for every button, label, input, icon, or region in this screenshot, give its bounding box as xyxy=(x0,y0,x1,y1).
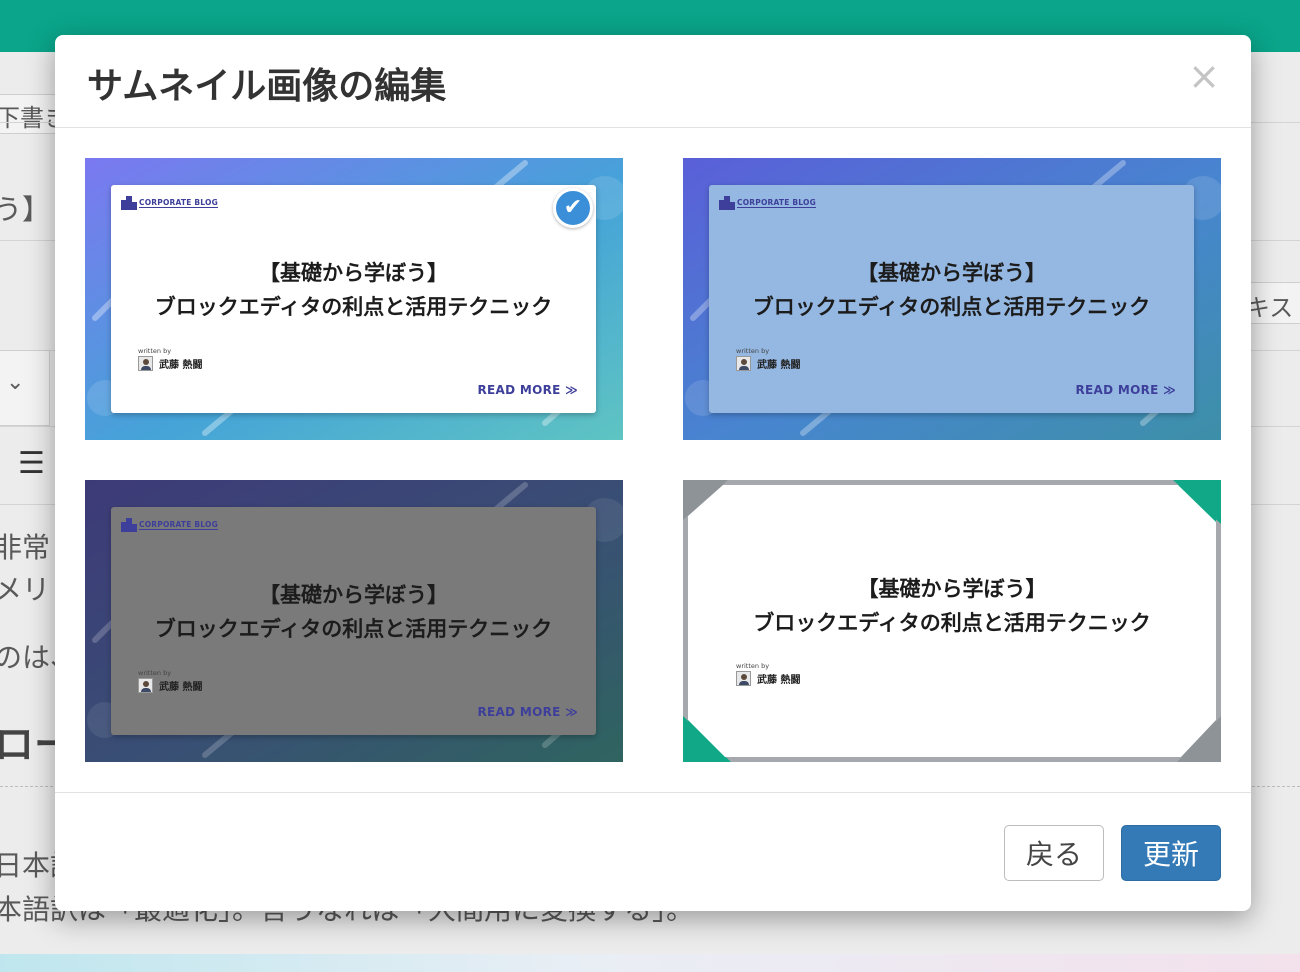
read-more-label: READ MORE ≫ xyxy=(1075,383,1176,397)
author-name: 武藤 熱闘 xyxy=(757,675,801,686)
thumbnail-option-4[interactable]: 【基礎から学ぼう】 ブロックエディタの利点と活用テクニック written by… xyxy=(683,480,1221,762)
written-by-label: written by xyxy=(736,347,770,355)
thumbnail-option-1[interactable]: CORPORATE BLOG 【基礎から学ぼう】 ブロックエディタの利点と活用テ… xyxy=(85,158,623,440)
thumbnail-option-3[interactable]: CORPORATE BLOG 【基礎から学ぼう】 ブロックエディタの利点と活用テ… xyxy=(85,480,623,762)
thumbnail-card: CORPORATE BLOG 【基礎から学ぼう】 ブロックエディタの利点と活用テ… xyxy=(111,507,596,735)
card-author: written by 武藤 熱闘 xyxy=(138,669,202,693)
thumbnail-card: CORPORATE BLOG 【基礎から学ぼう】 ブロックエディタの利点と活用テ… xyxy=(709,185,1194,413)
card-title-line2: ブロックエディタの利点と活用テクニック xyxy=(154,617,553,641)
brand-label: CORPORATE BLOG xyxy=(737,198,816,208)
building-icon: CORPORATE BLOG xyxy=(121,196,218,210)
read-more-label: READ MORE ≫ xyxy=(477,705,578,719)
modal-title: サムネイル画像の編集 xyxy=(87,66,447,107)
card-title-line2: ブロックエディタの利点と活用テクニック xyxy=(154,295,553,319)
card-title-line1: 【基礎から学ぼう】 xyxy=(857,577,1047,601)
card-author: written by 武藤 熱闘 xyxy=(736,662,800,686)
thumbnail-card: CORPORATE BLOG 【基礎から学ぼう】 ブロックエディタの利点と活用テ… xyxy=(111,185,596,413)
card-title-line1: 【基礎から学ぼう】 xyxy=(259,583,448,607)
card-title-line2: ブロックエディタの利点と活用テクニック xyxy=(753,611,1151,635)
written-by-label: written by xyxy=(138,347,172,355)
user-avatar-icon xyxy=(138,678,153,693)
building-icon: CORPORATE BLOG xyxy=(121,518,218,532)
author-name: 武藤 熱闘 xyxy=(159,682,203,693)
written-by-label: written by xyxy=(736,662,770,670)
card-title-line2: ブロックエディタの利点と活用テクニック xyxy=(752,295,1151,319)
user-avatar-icon xyxy=(736,671,751,686)
modal-header: サムネイル画像の編集 × xyxy=(55,35,1251,128)
card-author: written by 武藤 熱闘 xyxy=(736,347,800,371)
close-icon[interactable]: × xyxy=(1187,57,1221,95)
building-icon: CORPORATE BLOG xyxy=(719,196,816,210)
modal-footer: 戻る 更新 xyxy=(55,792,1251,911)
back-button[interactable]: 戻る xyxy=(1004,825,1104,881)
card-title-line1: 【基礎から学ぼう】 xyxy=(857,261,1046,285)
bg-text-tab-label: キスト xyxy=(1246,294,1300,322)
brand-label: CORPORATE BLOG xyxy=(139,198,218,208)
thumbnail-option-2[interactable]: CORPORATE BLOG 【基礎から学ぼう】 ブロックエディタの利点と活用テ… xyxy=(683,158,1221,440)
author-name: 武藤 熱闘 xyxy=(159,360,203,371)
read-more-label: READ MORE ≫ xyxy=(477,383,578,397)
user-avatar-icon xyxy=(736,356,751,371)
author-name: 武藤 熱闘 xyxy=(757,360,801,371)
bg-body-text-1: 非常 xyxy=(0,531,51,564)
thumbnail-edit-modal: サムネイル画像の編集 × CORPORATE BLOG 【基礎から学ぼう】 ブロ… xyxy=(55,35,1251,911)
brand-label: CORPORATE BLOG xyxy=(139,520,218,530)
check-icon: ✔ xyxy=(553,188,593,228)
card-author: written by 武藤 熱闘 xyxy=(138,347,202,371)
bg-list-icon: ☰ xyxy=(18,446,45,481)
bg-image-strip xyxy=(0,954,1300,972)
update-button[interactable]: 更新 xyxy=(1121,825,1221,881)
bg-chevron: ⌄ xyxy=(6,370,25,395)
card-title-line1: 【基礎から学ぼう】 xyxy=(259,261,448,285)
written-by-label: written by xyxy=(138,669,172,677)
user-avatar-icon xyxy=(138,356,153,371)
bg-title-fragment: う】 xyxy=(0,193,51,226)
